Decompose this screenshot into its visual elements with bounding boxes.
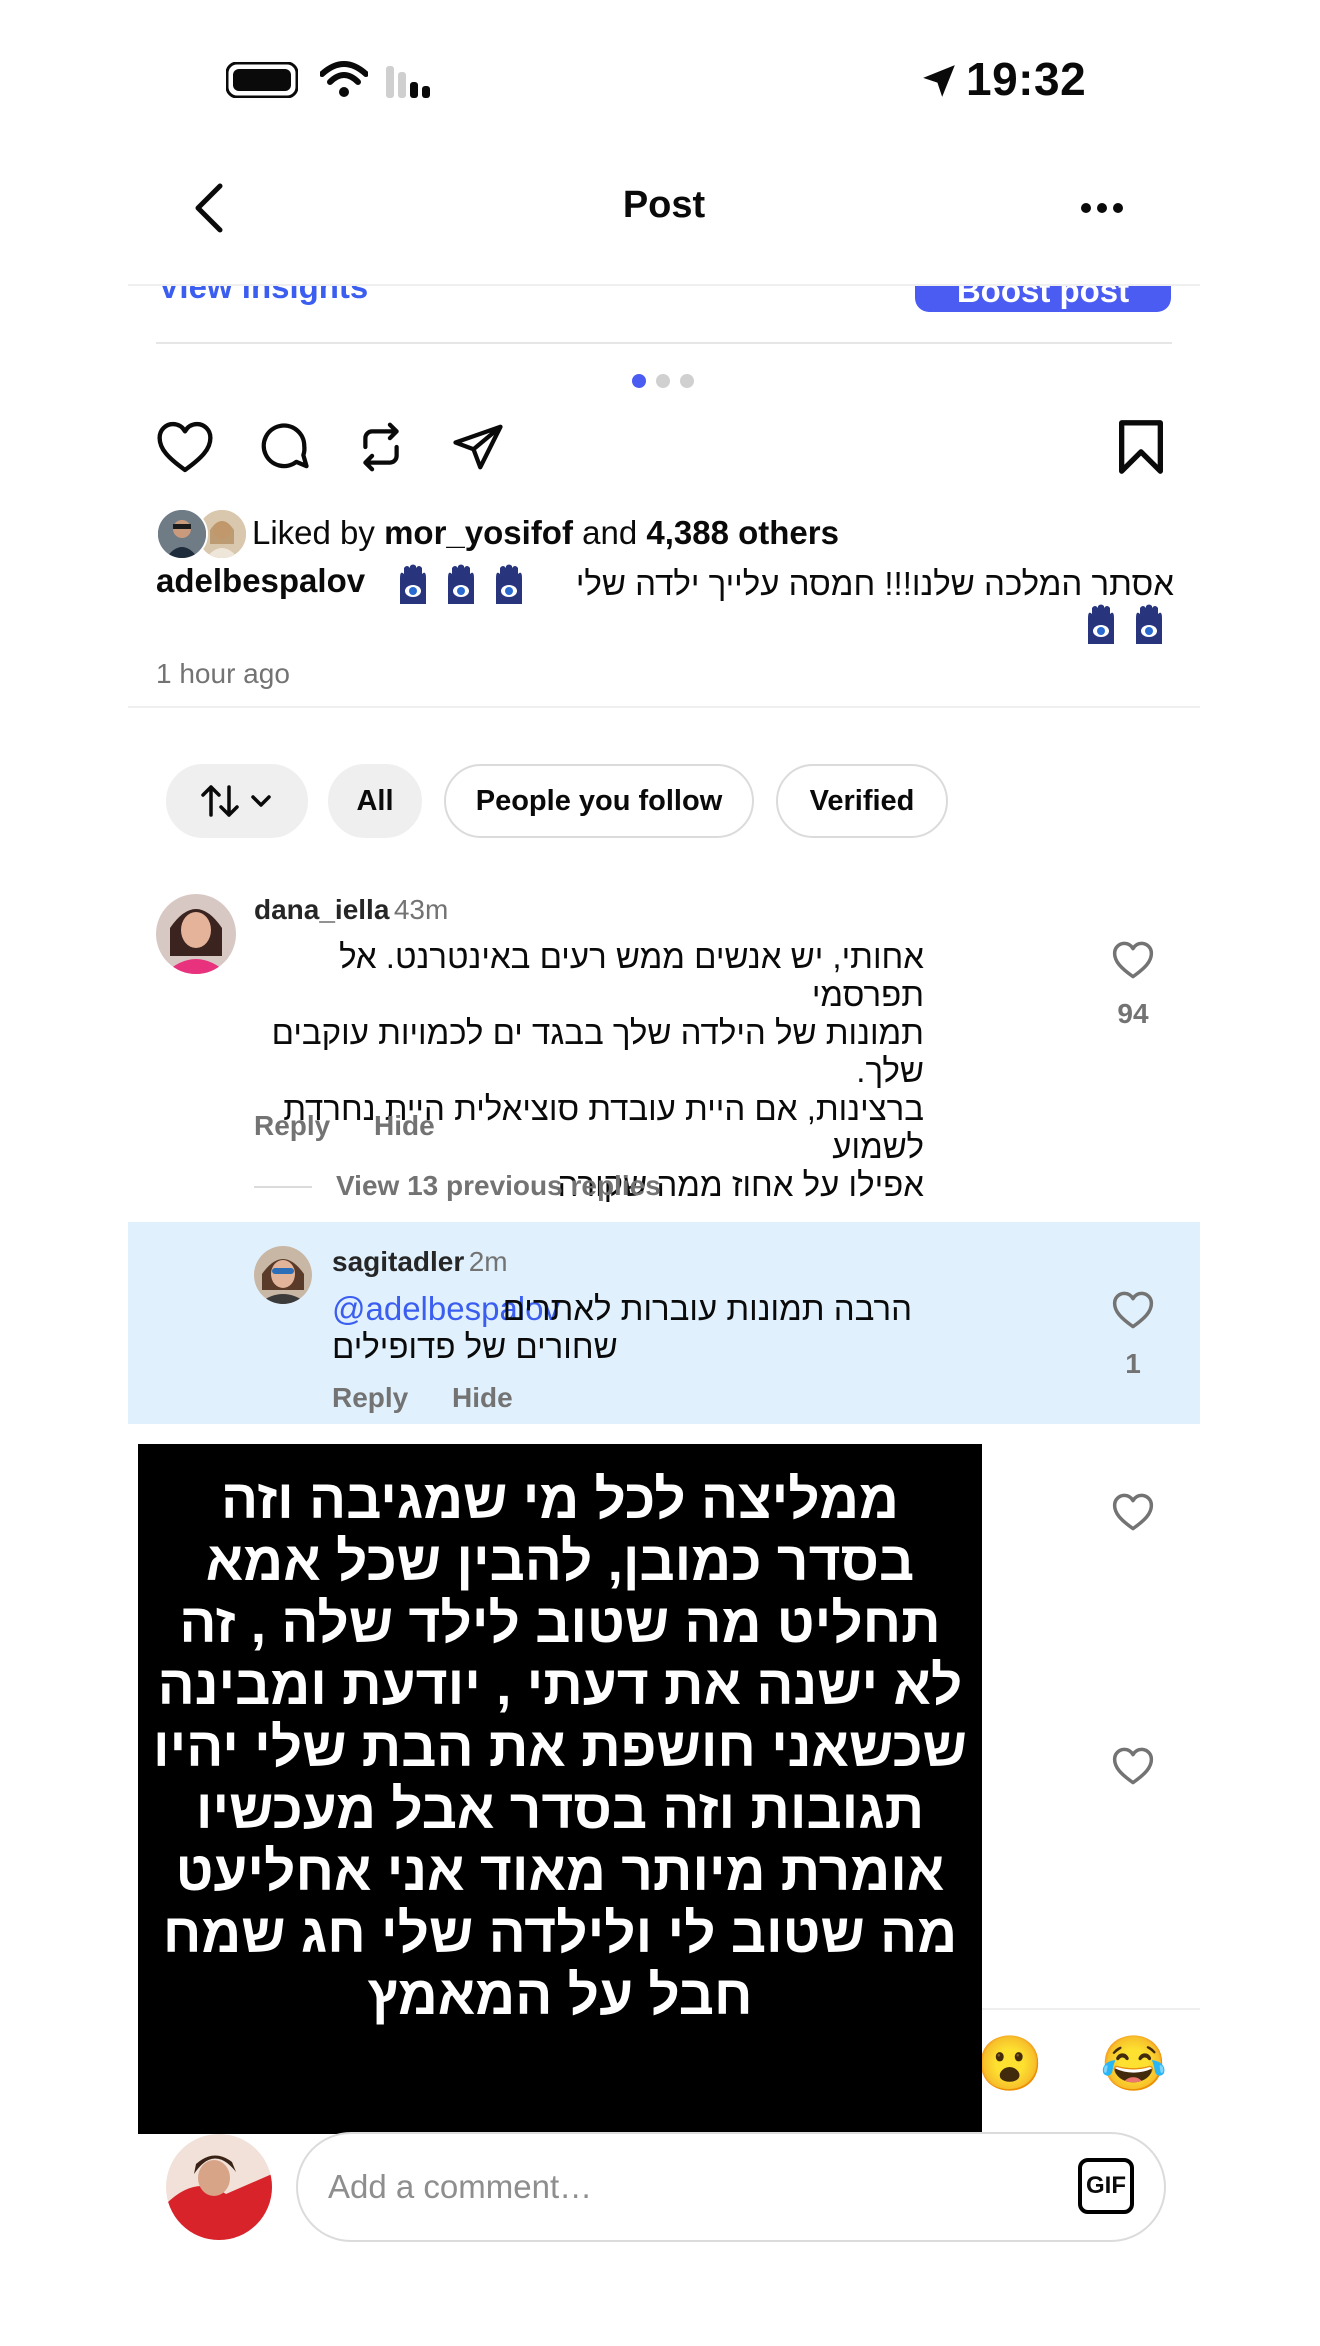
share-icon[interactable] xyxy=(450,420,506,474)
comment-line: תמונות של הילדה שלך בבגד ים לכמויות עוקב… xyxy=(271,1014,924,1089)
app-screen: 19:32 Post View insights Boost post Like… xyxy=(128,0,1200,2346)
overlay-line: תגובות וזה בסדר אבל מעכשיו xyxy=(195,1778,925,1840)
repost-icon[interactable] xyxy=(354,418,408,476)
comment-username[interactable]: dana_iella xyxy=(254,894,389,925)
reaction-laughing-emoji[interactable]: 😂 xyxy=(1100,2034,1167,2094)
current-user-avatar xyxy=(166,2134,272,2240)
reply-username[interactable]: sagitadler xyxy=(332,1246,464,1277)
wifi-icon xyxy=(319,60,369,100)
reply-header: sagitadler 2m xyxy=(332,1246,508,1278)
reaction-surprised-emoji[interactable]: 😮 xyxy=(976,2034,1043,2094)
reply-hide-button[interactable]: Hide xyxy=(452,1382,513,1414)
comment-time: 43m xyxy=(393,894,449,925)
filter-all-chip[interactable]: All xyxy=(328,764,422,838)
commenter-avatar[interactable] xyxy=(156,894,236,974)
comment-input-placeholder: Add a comment… xyxy=(328,2168,593,2205)
overlay-line: מה שטוב לי ולילדה שלי חג שמח xyxy=(162,1902,958,1964)
filter-following-chip[interactable]: People you follow xyxy=(444,764,754,838)
overlay-line: שכשאני חושפת את הבת שלי יהיו xyxy=(153,1716,967,1778)
reply-like-icon[interactable] xyxy=(1112,1290,1154,1330)
gif-button[interactable]: GIF xyxy=(1078,2158,1134,2214)
comment-input[interactable]: Add a comment… GIF xyxy=(296,2132,1166,2242)
hamsa-emoji-group xyxy=(1080,604,1172,646)
comment-line: אחותי, יש אנשים ממש רעים באינטרנט. אל תפ… xyxy=(339,938,924,1013)
hamsa-emoji-group xyxy=(394,564,544,606)
more-options-icon[interactable] xyxy=(1078,196,1126,220)
caption-username[interactable]: adelbespalov xyxy=(156,562,365,600)
caption-line: אסתר המלכה שלנו!!! חמסה עלייך ילדה שלי xyxy=(394,562,1174,606)
location-arrow-icon xyxy=(920,62,958,100)
likes-count-link[interactable]: 4,388 others xyxy=(646,514,839,551)
overlay-line: לא ישנה את דעתי , יודעת ומבינה xyxy=(157,1654,963,1716)
view-insights-link[interactable]: View insights xyxy=(158,286,368,306)
overlay-line: תחליט מה שטוב לילד שלה , זה xyxy=(179,1592,941,1654)
comment-like-icon[interactable] xyxy=(1112,1746,1154,1786)
comment-like-icon[interactable] xyxy=(1112,940,1154,980)
carousel-dot xyxy=(656,374,670,388)
liked-by-connector: and xyxy=(582,514,638,551)
comment-like-count: 94 xyxy=(1117,998,1149,1029)
reply-text-line: הרבה תמונות עוברות לאתרים xyxy=(502,1290,912,1327)
liked-by-line: Liked by mor_yosifof and 4,388 others xyxy=(252,514,839,552)
reply-avatar[interactable] xyxy=(254,1246,312,1304)
insights-row: View insights Boost post xyxy=(128,286,1200,346)
comment-header: dana_iella 43m xyxy=(254,894,448,926)
boost-post-button[interactable]: Boost post xyxy=(915,286,1171,312)
liked-by-prefix: Liked by xyxy=(252,514,375,551)
carousel-dot-active xyxy=(632,374,646,388)
battery-icon xyxy=(225,61,299,99)
insights-divider xyxy=(156,342,1172,344)
comment-body: אחותי, יש אנשים ממש רעים באינטרנט. אל תפ… xyxy=(254,938,924,1204)
overlay-line: ממליצה לכל מי שמגיבה וזה xyxy=(221,1468,899,1530)
liker-avatar xyxy=(156,508,208,560)
story-text-overlay: ממליצה לכל מי שמגיבה וזה בסדר כמובן, להב… xyxy=(138,1444,982,2134)
post-time-ago: 1 hour ago xyxy=(156,658,290,689)
comment-icon[interactable] xyxy=(256,420,312,474)
signal-icon xyxy=(386,64,434,100)
comment-line: ברצינות, אם היית עובדת סוציאלית היית נחר… xyxy=(283,1090,924,1165)
sort-arrows-icon xyxy=(201,785,271,817)
replies-connector-line xyxy=(254,1186,312,1188)
page-title: Post xyxy=(622,184,706,226)
reply-like-count: 1 xyxy=(1125,1348,1141,1379)
view-previous-replies-link[interactable]: View 13 previous replies xyxy=(336,1170,661,1202)
reply-button[interactable]: Reply xyxy=(254,1110,330,1142)
reply-reply-button[interactable]: Reply xyxy=(332,1382,408,1414)
reply-time: 2m xyxy=(468,1246,508,1277)
like-icon[interactable] xyxy=(156,420,214,474)
overlay-line: אומרת מיותר מאוד אני אחליעט xyxy=(175,1840,945,1902)
caption-text: אסתר המלכה שלנו!!! חמסה עלייך ילדה שלי xyxy=(575,565,1174,602)
reply-text-line-2: שחורים של פדופילים xyxy=(332,1328,618,1365)
hide-button[interactable]: Hide xyxy=(374,1110,435,1142)
caption-divider xyxy=(128,706,1200,708)
left-margin xyxy=(0,0,128,2346)
right-margin xyxy=(1192,0,1320,2346)
reply-line-1: @adelbespalov הרבה תמונות עוברות לאתרים xyxy=(332,1290,912,1328)
comment-like-icon[interactable] xyxy=(1112,1492,1154,1532)
liked-by-user-link[interactable]: mor_yosifof xyxy=(384,514,573,551)
overlay-line: חבל על המאמץ xyxy=(367,1964,753,2026)
overlay-line: בסדר כמובן, להבין שכל אמא xyxy=(205,1530,915,1592)
bookmark-icon[interactable] xyxy=(1116,418,1166,476)
sort-button[interactable] xyxy=(166,764,308,838)
filter-verified-chip[interactable]: Verified xyxy=(776,764,948,838)
reply-text-line: שחורים של פדופילים xyxy=(332,1328,912,1366)
carousel-dot xyxy=(680,374,694,388)
status-time: 19:32 xyxy=(966,53,1087,105)
